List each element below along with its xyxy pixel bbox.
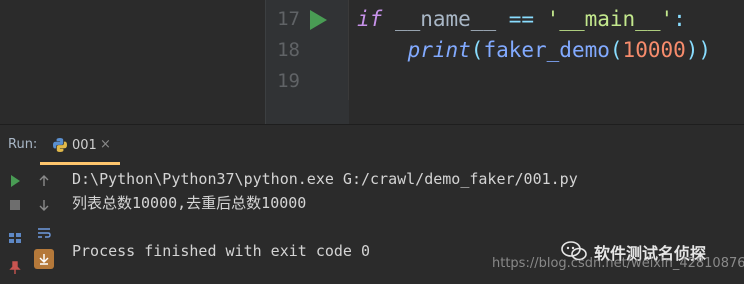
download-icon [39, 254, 49, 265]
editor-gutter: 17 18 19 [265, 0, 349, 124]
run-toolbar-primary [0, 165, 30, 284]
arrow-down-icon [39, 200, 49, 211]
close-icon[interactable]: × [100, 137, 111, 152]
run-tab-label: 001 [72, 138, 97, 153]
code-line-17: if __name__ == '__main__': [357, 4, 686, 35]
number-literal: 10000 [622, 38, 686, 62]
code-line-18: print(faker_demo(10000)) [357, 35, 711, 66]
pin-icon [9, 261, 21, 274]
colon: : [673, 7, 686, 31]
pin-button[interactable] [5, 258, 25, 278]
run-label: Run: [8, 137, 38, 152]
gutter-line-18: 18 [266, 35, 350, 66]
console-line: Process finished with exit code 0 [72, 242, 371, 260]
layout-icon [9, 233, 21, 243]
function-call: faker_demo [483, 38, 610, 62]
paren-open: ( [470, 38, 484, 62]
layout-button[interactable] [5, 228, 25, 248]
stop-icon [10, 200, 20, 210]
watermark-url: https://blog.csdn.net/weixin_42810876 [492, 256, 744, 271]
soft-wrap-button[interactable] [34, 223, 54, 243]
console-line: D:\Python\Python37\python.exe G:/crawl/d… [72, 170, 578, 188]
code-editor[interactable]: if __name__ == '__main__': print(faker_d… [349, 0, 744, 124]
scroll-down-button[interactable] [34, 195, 54, 215]
identifier-name: __name__ [382, 7, 509, 31]
stop-button[interactable] [5, 195, 25, 215]
project-panel-area [0, 0, 265, 124]
play-icon [11, 175, 20, 187]
gutter-line-19: 19 [266, 66, 350, 97]
gutter-line-17: 17 [266, 4, 350, 35]
arrow-up-icon [39, 175, 49, 186]
scroll-up-button[interactable] [34, 171, 54, 191]
console-line: 列表总数10000,去重后总数10000 [72, 194, 307, 212]
keyword-if: if [357, 7, 383, 31]
run-header: Run: 001 × [0, 125, 744, 165]
paren-close: )) [685, 38, 712, 62]
line-number: 17 [277, 8, 300, 30]
string-main: '__main__' [534, 7, 674, 31]
scroll-to-end-button[interactable] [34, 249, 54, 269]
line-number: 18 [277, 39, 300, 61]
line-number: 19 [277, 70, 300, 92]
paren-open-inner: ( [609, 38, 623, 62]
rerun-button[interactable] [5, 171, 25, 191]
wrap-icon [38, 228, 51, 238]
operator-eq: == [508, 7, 535, 31]
python-icon [53, 138, 67, 152]
run-gutter-icon[interactable] [310, 10, 327, 30]
run-toolbar-secondary [30, 165, 58, 284]
builtin-print: print [407, 38, 471, 62]
run-tab-001[interactable]: 001 × [40, 129, 120, 165]
